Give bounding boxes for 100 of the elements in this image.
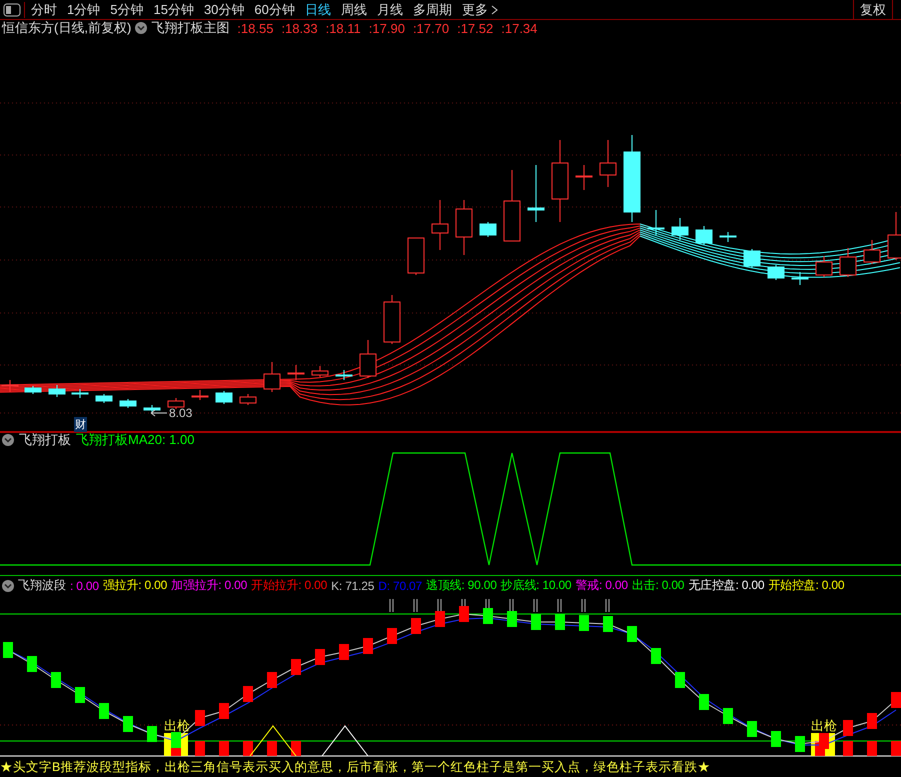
k-marker <box>339 644 349 660</box>
k-marker <box>699 694 709 710</box>
buy-bar <box>219 741 229 756</box>
finance-badge[interactable]: 财 <box>74 417 87 432</box>
indicator-reading: 逃顶线: 90.00 <box>426 577 497 594</box>
k-marker <box>627 626 637 642</box>
candlestick <box>576 164 592 190</box>
candlestick <box>264 362 280 392</box>
candlestick <box>792 272 808 286</box>
candlestick <box>48 384 66 398</box>
more-menu[interactable]: 更多 <box>462 0 498 18</box>
k-marker <box>99 703 109 719</box>
tick-mark <box>390 598 394 612</box>
panel-toggle-icon[interactable] <box>2 2 25 18</box>
k-marker <box>291 659 301 675</box>
k-marker <box>219 703 229 719</box>
period-tab[interactable]: 多周期 <box>412 0 452 18</box>
k-marker <box>267 672 277 688</box>
k-marker <box>459 606 469 622</box>
ma-value: :18.11 <box>326 20 361 36</box>
tick-mark <box>606 598 610 612</box>
k-marker <box>795 736 805 752</box>
candlestick <box>432 200 448 250</box>
period-tab[interactable]: 15分钟 <box>153 0 194 18</box>
indicator-reading: 强拉升: 0.00 <box>102 577 168 594</box>
buy-bar <box>267 741 277 756</box>
candlestick <box>240 394 256 406</box>
triangle-signal <box>250 725 296 756</box>
candlestick <box>768 264 784 280</box>
candlestick <box>816 256 832 278</box>
candlestick <box>456 200 472 256</box>
candlestick <box>24 386 42 394</box>
period-tab[interactable]: 分时 <box>31 0 57 18</box>
k-marker <box>195 710 205 726</box>
candlestick <box>216 390 232 404</box>
indicator-reading: 出击: 0.00 <box>632 577 684 594</box>
k-marker <box>147 726 157 742</box>
k-marker <box>483 608 493 624</box>
arrow-icon <box>150 409 168 417</box>
candlestick <box>312 366 328 378</box>
candlestick <box>288 364 304 380</box>
candlestick <box>864 240 880 264</box>
indicator-reading: 开始拉升: 0.00 <box>251 577 328 594</box>
buy-bar <box>891 741 901 756</box>
k-marker <box>747 721 757 737</box>
candlestick <box>192 390 208 400</box>
k-marker <box>891 692 901 708</box>
tick-mark <box>558 598 562 612</box>
adjust-button[interactable]: 复权 <box>853 0 893 19</box>
tick-mark <box>582 598 586 612</box>
period-tab[interactable]: 5分钟 <box>110 0 144 18</box>
k-marker <box>3 642 13 658</box>
candlestick <box>360 340 376 378</box>
k-marker <box>507 611 517 627</box>
candlestick <box>72 388 88 398</box>
k-marker <box>243 686 253 702</box>
candlestick <box>504 170 520 242</box>
k-marker <box>27 656 37 672</box>
buy-bar <box>243 741 253 756</box>
candlestick <box>408 238 424 276</box>
ma-value: :17.52 <box>457 20 494 36</box>
period-tab[interactable]: 30分钟 <box>204 0 244 18</box>
tick-mark <box>534 598 538 612</box>
tick-mark <box>438 598 442 612</box>
buy-bar <box>843 741 853 756</box>
period-tab[interactable]: 1分钟 <box>67 0 100 18</box>
indicator-reading: 抄底线: 10.00 <box>500 577 572 594</box>
k-marker <box>363 638 373 654</box>
ma-value: :18.33 <box>281 20 318 36</box>
period-tab[interactable]: 日线 <box>304 0 331 18</box>
dropdown-icon[interactable] <box>2 434 14 446</box>
period-tab[interactable]: 周线 <box>340 0 367 18</box>
k-marker <box>867 713 877 729</box>
ma-value: :17.70 <box>412 20 450 36</box>
indicator-reading: 开始控盘: 0.00 <box>768 577 844 594</box>
candlestick <box>528 164 544 222</box>
k-marker <box>411 618 421 634</box>
low-price-label: 8.03 <box>169 406 192 420</box>
indicator-reading: : 0.00 <box>70 578 99 592</box>
k-marker <box>771 731 781 747</box>
footer-note: ★头文字B推荐波段型指标，出枪三角信号表示买入的意思，后市看涨，第一个红色柱子是第一买入点，绿色柱子表示看跌★ <box>0 759 712 776</box>
chevron-icon <box>490 4 498 14</box>
candlestick <box>384 294 400 344</box>
period-tab[interactable]: 月线 <box>376 0 403 18</box>
tick-mark <box>414 598 418 612</box>
candlestick <box>696 226 712 246</box>
k-marker <box>315 649 325 665</box>
buy-bar <box>867 741 877 756</box>
candlestick <box>720 232 736 242</box>
dropdown-icon[interactable] <box>2 580 14 592</box>
indicator-reading: 无庄控盘: 0.00 <box>688 577 764 594</box>
candlestick <box>600 140 616 188</box>
k-marker <box>75 687 85 703</box>
period-tab[interactable]: 60分钟 <box>254 0 295 18</box>
ma-value: :18.55 <box>237 20 274 36</box>
panel-title: 飞翔波段 <box>18 577 66 594</box>
dropdown-icon[interactable] <box>135 22 148 34</box>
ma-value: :17.90 <box>368 20 405 36</box>
indicator-reading: 加强拉升: 0.00 <box>171 577 248 594</box>
signal-label: 出枪 <box>811 718 837 733</box>
